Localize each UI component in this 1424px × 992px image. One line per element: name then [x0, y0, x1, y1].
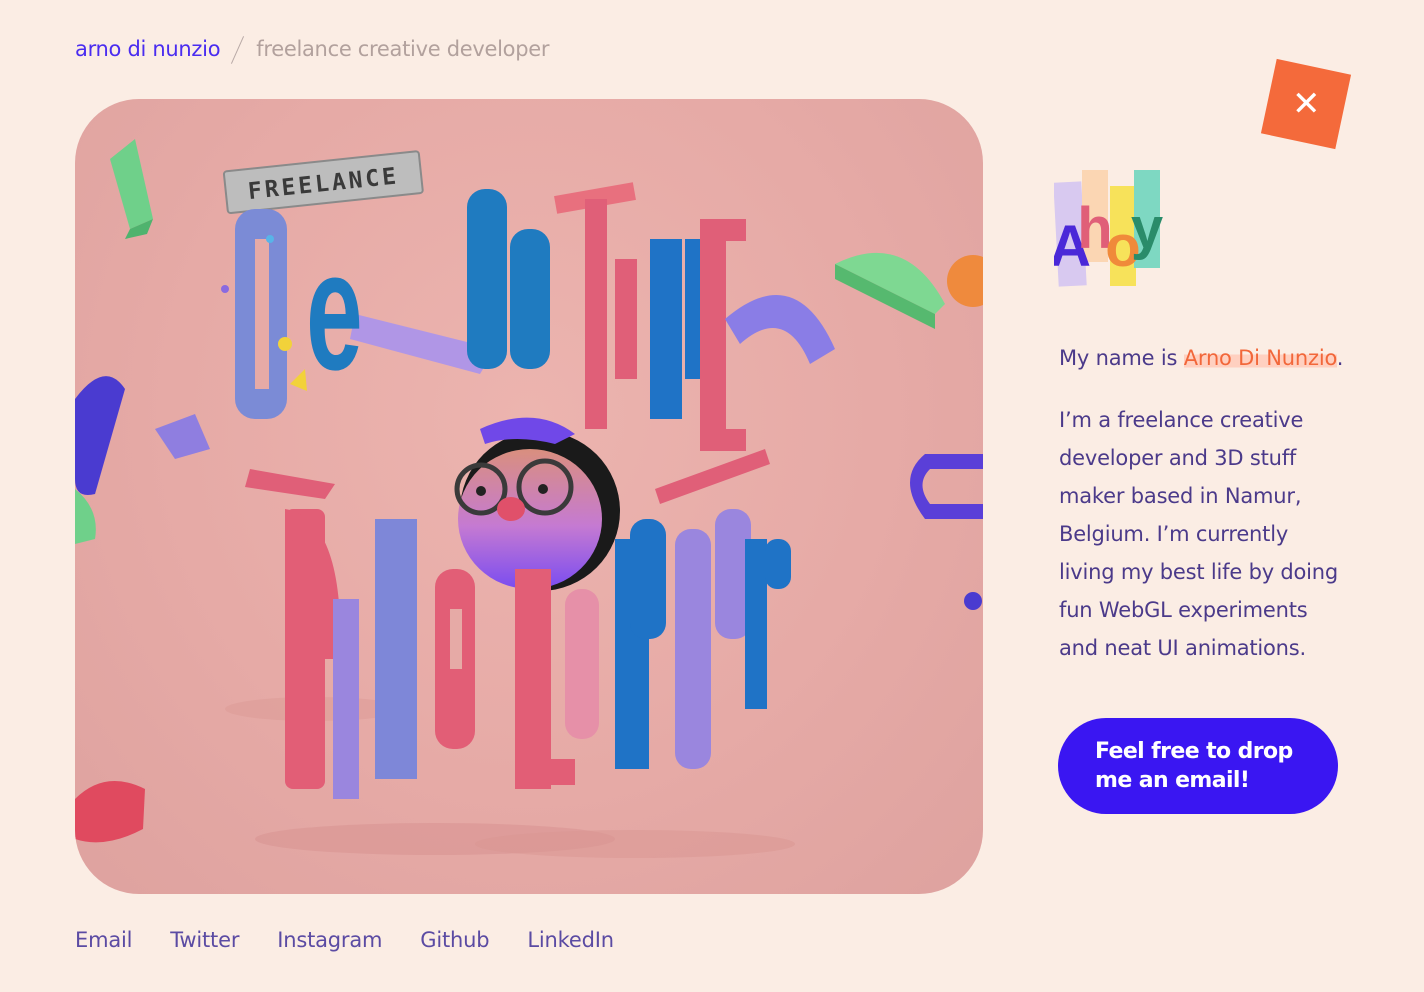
- brand-link[interactable]: arno di nunzio: [75, 37, 221, 61]
- bio-text: I’m a freelance creative developer and 3…: [1059, 408, 1339, 660]
- social-links: Email Twitter Instagram Github LinkedIn: [75, 928, 614, 952]
- email-cta-button[interactable]: Feel free to drop me an email!: [1058, 718, 1338, 814]
- social-link-twitter[interactable]: Twitter: [170, 928, 239, 952]
- intro-line: My name is Arno Di Nunzio.: [1059, 346, 1343, 370]
- intro-suffix: .: [1336, 346, 1344, 370]
- breadcrumb: arno di nunzio freelance creative develo…: [75, 34, 549, 64]
- close-button[interactable]: ✕: [1260, 58, 1352, 150]
- hero-illustration: FREELANCE e: [75, 99, 983, 894]
- email-cta-label: Feel free to drop me an email!: [1095, 739, 1293, 793]
- blue-shape-left: [75, 376, 125, 495]
- social-link-email[interactable]: Email: [75, 928, 132, 952]
- green-shape-left: [75, 489, 96, 544]
- svg-text:y: y: [1131, 196, 1163, 261]
- orange-ball: [947, 255, 983, 307]
- freelance-sign: FREELANCE: [222, 150, 424, 215]
- purple-loop: [910, 454, 983, 519]
- social-link-github[interactable]: Github: [420, 928, 489, 952]
- social-link-instagram[interactable]: Instagram: [277, 928, 382, 952]
- avatar-head: [454, 417, 620, 591]
- ahoy-title: A h o y: [1054, 170, 1163, 287]
- close-icon: ✕: [1291, 84, 1321, 124]
- red-shape-bottom: [75, 781, 145, 843]
- social-link-linkedin[interactable]: LinkedIn: [527, 928, 614, 952]
- green-shape-top-left: [110, 139, 153, 239]
- tagline: freelance creative developer: [256, 37, 550, 61]
- purple-shape: [155, 414, 210, 459]
- author-name: Arno Di Nunzio: [1183, 346, 1337, 370]
- intro-prefix: My name is: [1059, 346, 1178, 370]
- svg-text:e: e: [306, 215, 363, 405]
- green-half-disc: [835, 252, 945, 329]
- breadcrumb-separator: [228, 34, 248, 64]
